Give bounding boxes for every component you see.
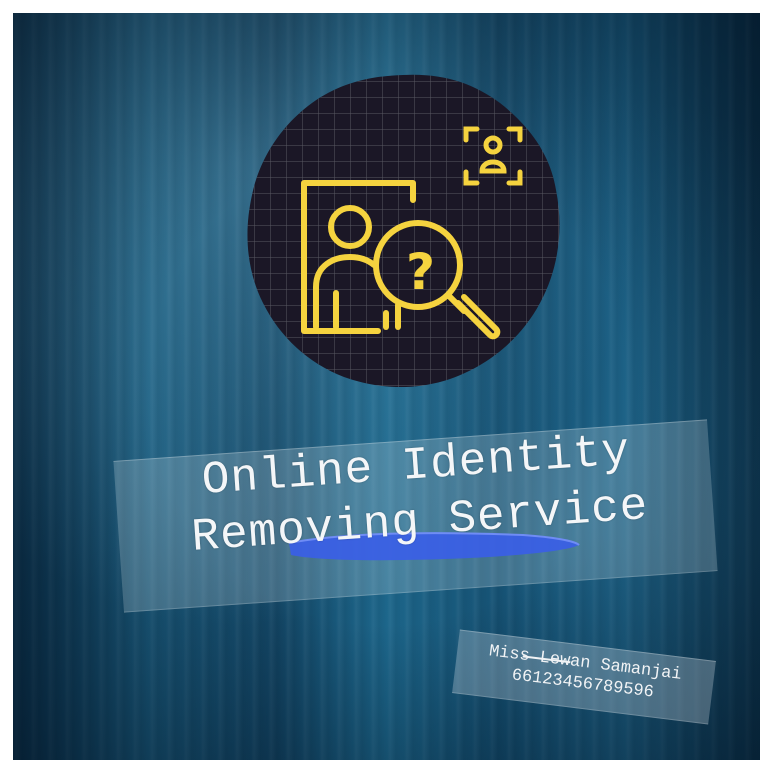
badge-blob bbox=[247, 74, 560, 388]
question-mark-icon: ? bbox=[406, 243, 435, 301]
identity-search-badge: ? bbox=[247, 74, 560, 388]
poster-background: ? Online Identity Removing Service Miss … bbox=[13, 13, 760, 760]
